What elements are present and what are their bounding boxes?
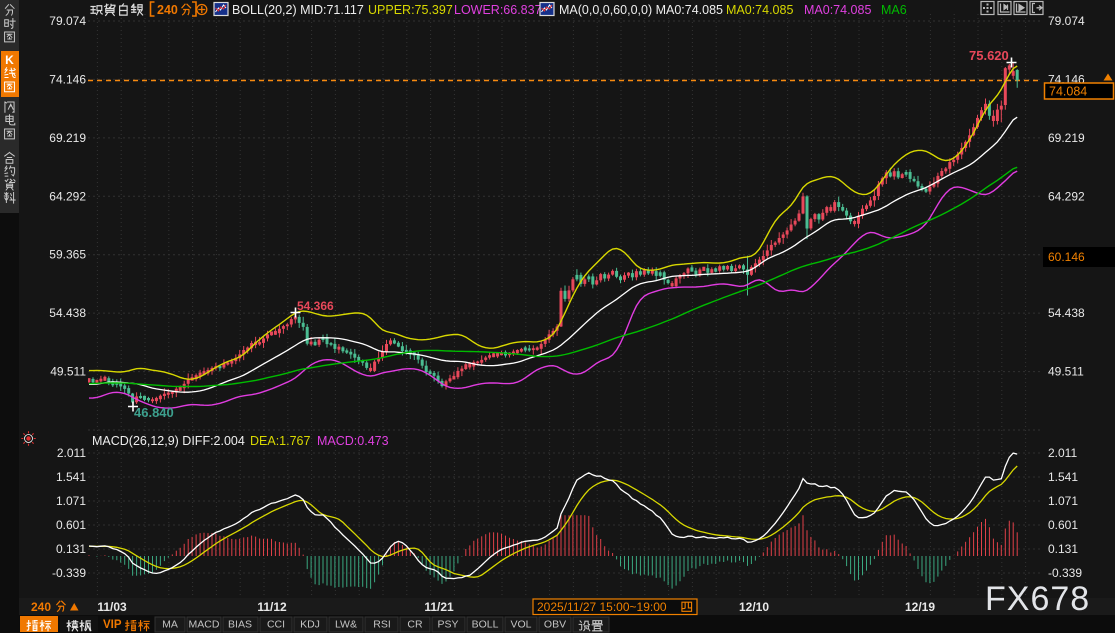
svg-text:79.074: 79.074 — [49, 14, 86, 28]
svg-text:DEA:1.767: DEA:1.767 — [250, 434, 311, 448]
svg-text:MA(0,0,0,60,0,0) MA0:74.085: MA(0,0,0,60,0,0) MA0:74.085 — [559, 3, 723, 17]
svg-text:60.146: 60.146 — [1048, 250, 1085, 264]
svg-text:OBV: OBV — [544, 619, 566, 631]
svg-text:54.438: 54.438 — [1048, 306, 1085, 320]
svg-text:11/12: 11/12 — [257, 600, 287, 614]
svg-text:KDJ: KDJ — [300, 619, 320, 631]
svg-text:BIAS: BIAS — [228, 619, 252, 631]
svg-text:BOLL: BOLL — [472, 619, 499, 631]
svg-text:K: K — [5, 53, 14, 67]
svg-text:UPPER:75.397: UPPER:75.397 — [368, 3, 453, 17]
svg-text:VOL: VOL — [510, 619, 531, 631]
svg-text:-0.339: -0.339 — [52, 566, 86, 580]
svg-text:0.601: 0.601 — [56, 518, 86, 532]
svg-text:MA6: MA6 — [881, 3, 907, 17]
svg-text:1.541: 1.541 — [1048, 470, 1078, 484]
svg-text:64.292: 64.292 — [1048, 189, 1085, 203]
svg-text:59.365: 59.365 — [49, 248, 86, 262]
svg-text:RSI: RSI — [373, 619, 391, 631]
svg-text:CCI: CCI — [267, 619, 285, 631]
svg-text:-0.339: -0.339 — [1048, 566, 1082, 580]
svg-text:VIP: VIP — [103, 619, 122, 631]
svg-text:46.840: 46.840 — [134, 405, 174, 420]
svg-text:MA0:74.085: MA0:74.085 — [726, 3, 793, 17]
svg-text:1.541: 1.541 — [56, 470, 86, 484]
svg-text:11/03: 11/03 — [97, 600, 127, 614]
svg-text:MACD: MACD — [189, 619, 220, 631]
svg-text:74.146: 74.146 — [49, 72, 86, 86]
svg-text:240: 240 — [157, 3, 178, 17]
svg-text:54.438: 54.438 — [49, 306, 86, 320]
svg-text:MACD(26,12,9) DIFF:2.004: MACD(26,12,9) DIFF:2.004 — [92, 434, 245, 448]
svg-text:49.511: 49.511 — [50, 365, 86, 379]
svg-text:MACD:0.473: MACD:0.473 — [317, 434, 389, 448]
svg-text:11/21: 11/21 — [424, 600, 454, 614]
svg-text:2025/11/27 15:00~19:00: 2025/11/27 15:00~19:00 — [537, 600, 667, 614]
svg-text:49.511: 49.511 — [1048, 365, 1084, 379]
svg-text:1.071: 1.071 — [56, 494, 86, 508]
svg-text:75.620: 75.620 — [969, 48, 1009, 63]
svg-text:1.071: 1.071 — [1048, 494, 1078, 508]
svg-text:54.366: 54.366 — [297, 299, 334, 313]
svg-text:LOWER:66.837: LOWER:66.837 — [454, 3, 542, 17]
svg-text:BOLL(20,2) MID:71.117: BOLL(20,2) MID:71.117 — [232, 3, 364, 17]
svg-text:240: 240 — [31, 600, 51, 614]
svg-text:2.011: 2.011 — [1048, 446, 1077, 460]
svg-text:0.131: 0.131 — [56, 542, 86, 556]
svg-text:64.292: 64.292 — [49, 189, 86, 203]
svg-text:CR: CR — [407, 619, 423, 631]
svg-text:0.131: 0.131 — [1048, 542, 1078, 556]
svg-text:LW&: LW& — [335, 619, 357, 631]
svg-text:0.601: 0.601 — [1048, 518, 1078, 532]
svg-text:MA0:74.085: MA0:74.085 — [804, 3, 871, 17]
svg-text:PSY: PSY — [437, 619, 458, 631]
svg-text:69.219: 69.219 — [49, 131, 86, 145]
svg-text:69.219: 69.219 — [1048, 131, 1085, 145]
svg-text:12/19: 12/19 — [905, 600, 935, 614]
svg-text:2.011: 2.011 — [57, 446, 86, 460]
svg-text:79.074: 79.074 — [1048, 14, 1085, 28]
svg-text:FX678: FX678 — [985, 580, 1090, 618]
svg-text:74.084: 74.084 — [1049, 85, 1087, 99]
svg-text:MA: MA — [162, 619, 178, 631]
svg-text:12/10: 12/10 — [739, 600, 769, 614]
